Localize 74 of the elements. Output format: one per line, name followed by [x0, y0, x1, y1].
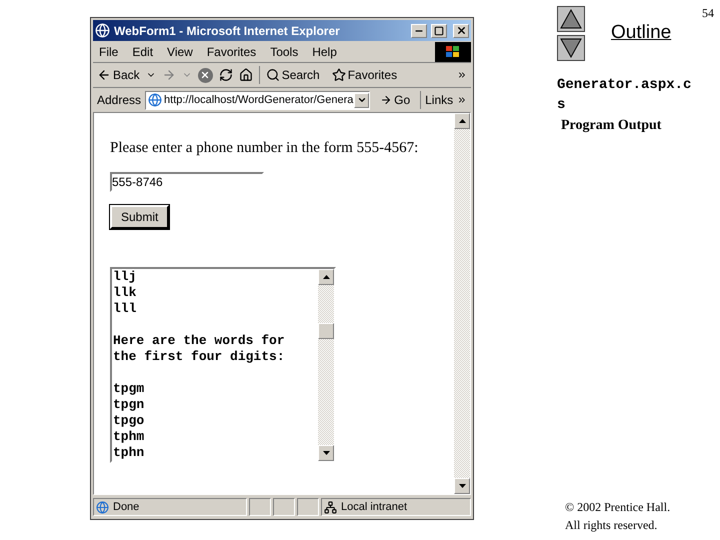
close-button[interactable]: [453, 24, 469, 38]
submit-button[interactable]: Submit: [110, 204, 170, 228]
down-triangle-icon: [560, 38, 582, 58]
favorites-button[interactable]: Favorites: [332, 66, 398, 84]
chevrons-icon[interactable]: [457, 70, 467, 80]
menu-item[interactable]: Favorites: [206, 42, 256, 60]
menu-item[interactable]: Help: [312, 42, 337, 60]
status-pane: [297, 498, 319, 516]
menu-item[interactable]: View: [167, 42, 193, 60]
down-triangle-icon: [322, 450, 330, 454]
output-line: tpgo: [113, 412, 146, 428]
previous-slide-button[interactable]: [557, 6, 585, 32]
copyright-text: © 2002 Prentice Hall.: [565, 499, 672, 516]
back-button[interactable]: Back: [97, 66, 140, 84]
output-text-area[interactable]: llj llk lll Here are the words for the first four digits: tpgm tpgn tpgo tphm tphn: [110, 266, 336, 462]
scroll-down-button[interactable]: [454, 478, 470, 494]
status-pane: [249, 498, 271, 516]
prompt-text: Please enter a phone number in the form 555-4567:: [110, 139, 418, 158]
slide-number: 54: [702, 5, 714, 22]
output-line: tpgn: [113, 396, 146, 412]
scroll-up-button[interactable]: [454, 113, 470, 129]
scroll-bar[interactable]: [454, 113, 470, 494]
menu-item[interactable]: Tools: [270, 42, 298, 60]
scroll-bar[interactable]: [318, 268, 334, 460]
output-line: llj: [113, 268, 138, 284]
page-icon: [148, 93, 162, 107]
copyright-text: All rights reserved.: [565, 517, 658, 534]
address-label: Address: [97, 92, 142, 109]
next-slide-button[interactable]: [557, 35, 585, 61]
chevrons-icon[interactable]: [457, 95, 467, 105]
status-pane: [273, 498, 295, 516]
output-line: Here are the words for the first four digits:: [113, 332, 286, 364]
scroll-up-button[interactable]: [318, 268, 334, 284]
maximize-button[interactable]: [431, 24, 447, 38]
output-line: tphn: [113, 444, 146, 460]
page-icon: [96, 500, 109, 514]
browser-logo-icon: [95, 23, 110, 38]
go-button[interactable]: Go: [380, 91, 410, 109]
phone-field[interactable]: 555-8746: [110, 172, 264, 192]
star-icon: [332, 68, 346, 82]
file-name: Generator.aspx.cs: [557, 76, 692, 115]
search-icon: [266, 68, 280, 82]
links-button[interactable]: Links: [425, 91, 454, 109]
maximize-icon: [434, 26, 444, 36]
up-triangle-icon: [458, 119, 466, 123]
caption-text: Program Output: [561, 117, 662, 135]
outline-heading: Outline: [611, 21, 672, 46]
zone-text: Local intranet: [341, 500, 408, 515]
go-arrow-icon: [380, 94, 392, 106]
windows-logo-icon: [435, 42, 471, 62]
refresh-icon[interactable]: [218, 68, 233, 82]
home-icon[interactable]: [238, 68, 253, 82]
network-icon: [324, 500, 337, 514]
close-icon: [456, 25, 466, 36]
menu-item[interactable]: File: [99, 42, 118, 60]
search-button[interactable]: Search: [266, 66, 320, 84]
scroll-thumb[interactable]: [318, 322, 334, 338]
window-title: WebForm1 - Microsoft Internet Explorer: [114, 22, 341, 40]
up-triangle-icon: [560, 9, 582, 29]
output-line: llk: [113, 284, 138, 300]
dropdown-button[interactable]: [354, 92, 370, 108]
down-triangle-icon: [458, 484, 466, 488]
status-text: Done: [113, 500, 140, 515]
menu-item[interactable]: Edit: [132, 42, 154, 60]
minimize-button[interactable]: [411, 24, 427, 38]
output-line: lll: [113, 300, 138, 316]
up-triangle-icon: [322, 274, 330, 278]
address-field[interactable]: http://localhost/WordGenerator/Genera: [145, 90, 370, 110]
scroll-down-button[interactable]: [318, 444, 334, 460]
stop-icon[interactable]: [198, 68, 213, 82]
address-text: http://localhost/WordGenerator/Genera: [164, 92, 354, 108]
caret-icon: [356, 95, 367, 105]
output-line: tphm: [113, 428, 146, 444]
output-line: tpgm: [113, 380, 146, 396]
